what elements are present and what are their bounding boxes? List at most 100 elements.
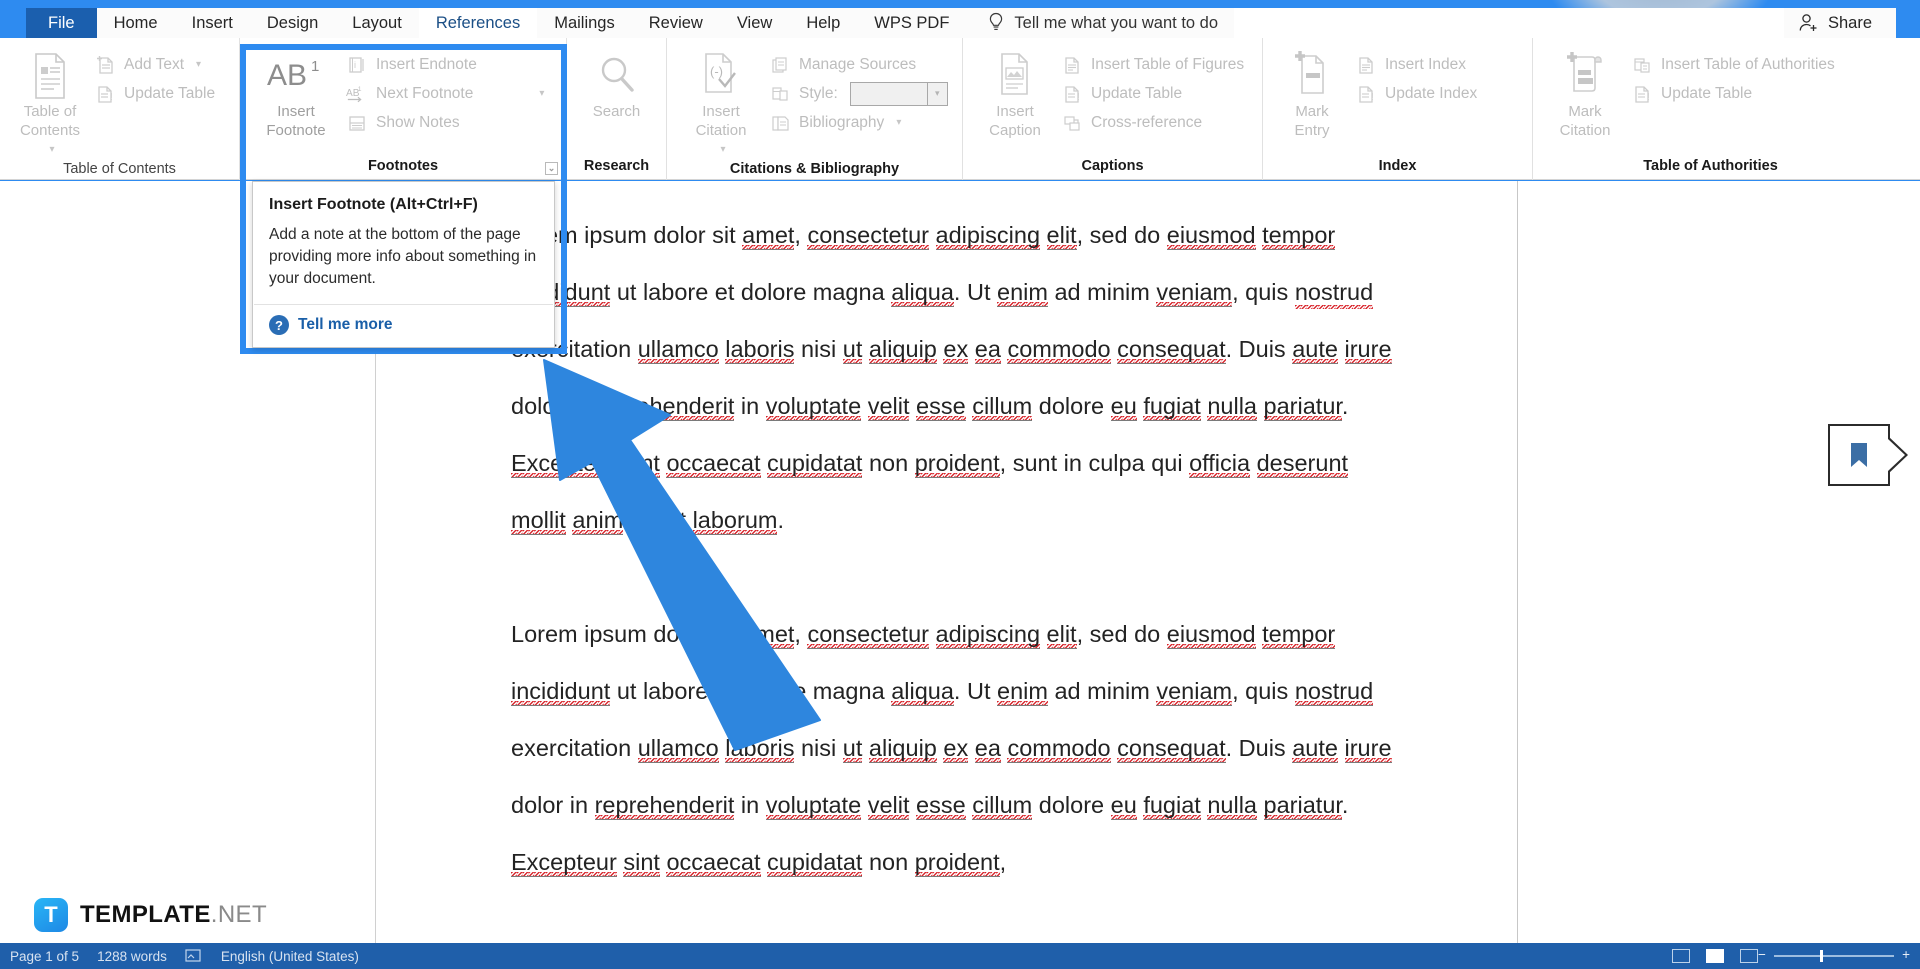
tab-layout-label: Layout (352, 14, 402, 33)
insert-endnote-button[interactable]: i Insert Endnote (346, 52, 550, 77)
chevron-down-icon: ▾ (539, 88, 544, 99)
insert-table-of-figures-label: Insert Table of Figures (1091, 56, 1244, 74)
tab-file[interactable]: File (26, 8, 97, 38)
zoom-in-icon[interactable]: + (1902, 947, 1910, 962)
cross-reference-button[interactable]: Cross-reference (1061, 110, 1250, 135)
status-language[interactable]: English (United States) (221, 949, 359, 964)
insert-caption-icon (993, 50, 1037, 102)
insert-footnote-button[interactable]: AB 1 Insert Footnote (246, 48, 346, 140)
proofing-errors-icon[interactable] (185, 949, 203, 963)
document-body-text[interactable]: Lorem ipsum dolor sit amet, consectetur … (511, 207, 1401, 943)
mark-citation-button[interactable]: Mark Citation (1539, 48, 1631, 140)
group-title-citations-bibliography: Citations & Bibliography (673, 159, 956, 183)
insert-table-of-figures-button[interactable]: Insert Table of Figures (1061, 52, 1250, 77)
footnotes-small-buttons: i Insert Endnote AB 1 (346, 48, 550, 135)
mark-citation-icon (1562, 50, 1608, 102)
tab-help[interactable]: Help (789, 8, 857, 38)
tab-home[interactable]: Home (97, 8, 175, 38)
insert-footnote-tooltip: Insert Footnote (Alt+Ctrl+F) Add a note … (252, 181, 555, 348)
zoom-out-icon[interactable]: − (1758, 947, 1766, 962)
add-text-button[interactable]: Add Text ▾ (94, 52, 221, 77)
tab-layout[interactable]: Layout (335, 8, 419, 38)
zoom-slider-handle[interactable] (1820, 950, 1823, 962)
tab-view-label: View (737, 14, 772, 33)
share-person-icon (1798, 13, 1820, 33)
update-table-icon: ! (94, 83, 116, 105)
tab-design[interactable]: Design (250, 8, 335, 38)
mark-entry-button[interactable]: Mark Entry (1269, 48, 1355, 140)
update-index-label: Update Index (1385, 85, 1477, 103)
tell-me-more-link[interactable]: ? Tell me more (253, 305, 554, 347)
zoom-slider[interactable]: − + (1774, 955, 1894, 957)
search-button[interactable]: Search (573, 48, 660, 121)
table-of-contents-button[interactable]: Table of Contents ▾ (6, 48, 94, 159)
ribbon-tab-strip: File Home Insert Design Layout Reference… (26, 8, 1896, 38)
tell-me-label: Tell me what you want to do (1014, 14, 1218, 33)
insert-table-of-authorities-icon (1631, 54, 1653, 76)
tab-insert-label: Insert (192, 14, 233, 33)
show-notes-button[interactable]: Show Notes (346, 110, 550, 135)
web-layout-view-icon[interactable] (1740, 949, 1758, 963)
update-table-icon: ! (1631, 83, 1653, 105)
svg-text:!: ! (1077, 92, 1080, 103)
insert-table-of-figures-icon (1061, 54, 1083, 76)
citation-style-row[interactable]: Style: ▾ (769, 81, 954, 106)
chevron-down-icon[interactable]: ▾ (928, 82, 948, 106)
group-title-index: Index (1269, 156, 1526, 180)
manage-sources-button[interactable]: Manage Sources (769, 52, 954, 77)
ribbon-group-footnotes: AB 1 Insert Footnote (240, 38, 567, 180)
insert-index-label: Insert Index (1385, 56, 1466, 74)
chevron-down-icon: ▾ (196, 59, 201, 70)
tell-me-search-box[interactable]: Tell me what you want to do (966, 8, 1234, 38)
bookmark-ribbon-icon[interactable] (1828, 424, 1890, 486)
search-label: Search (593, 102, 641, 121)
tab-mailings[interactable]: Mailings (537, 8, 632, 38)
paragraph-2[interactable]: Lorem ipsum dolor sit amet, consectetur … (511, 606, 1401, 891)
cross-reference-icon (1061, 112, 1083, 134)
ribbon-group-index: Mark Entry (1263, 38, 1533, 180)
watermark-tld: .NET (211, 901, 267, 928)
insert-table-of-authorities-button[interactable]: Insert Table of Authorities (1631, 52, 1841, 77)
citation-style-value[interactable] (850, 82, 928, 106)
insert-footnote-ab1-icon: AB 1 (263, 50, 329, 102)
tab-review[interactable]: Review (632, 8, 720, 38)
insert-citation-button[interactable]: (-) Insert Citation ▾ (673, 48, 769, 159)
next-footnote-button[interactable]: AB 1 Next Footnote ▾ (346, 81, 550, 106)
ribbon-group-research: Search Research (567, 38, 667, 180)
insert-endnote-icon: i (346, 54, 368, 76)
tab-insert[interactable]: Insert (175, 8, 250, 38)
tab-mailings-label: Mailings (554, 14, 615, 33)
show-notes-label: Show Notes (376, 114, 460, 132)
update-table-captions-button[interactable]: ! Update Table (1061, 81, 1250, 106)
print-layout-view-icon[interactable] (1706, 949, 1724, 963)
status-page-number[interactable]: Page 1 of 5 (10, 949, 79, 964)
share-button[interactable]: Share (1784, 8, 1896, 38)
read-mode-view-icon[interactable] (1672, 949, 1690, 963)
citation-style-combobox[interactable]: ▾ (850, 82, 948, 106)
table-of-contents-label: Table of Contents (20, 102, 80, 140)
update-index-button[interactable]: ! Update Index (1355, 81, 1483, 106)
tab-references[interactable]: References (419, 8, 537, 38)
tab-wps-pdf[interactable]: WPS PDF (857, 8, 966, 38)
update-table-button[interactable]: ! Update Table (94, 81, 221, 106)
insert-index-button[interactable]: Insert Index (1355, 52, 1483, 77)
insert-caption-label: Insert Caption (989, 102, 1041, 140)
captions-small-buttons: Insert Table of Figures ! (1061, 48, 1250, 135)
paragraph-1[interactable]: Lorem ipsum dolor sit amet, consectetur … (511, 207, 1401, 549)
insert-endnote-label: Insert Endnote (376, 56, 477, 74)
update-table-authorities-button[interactable]: ! Update Table (1631, 81, 1841, 106)
tab-design-label: Design (267, 14, 318, 33)
bibliography-button[interactable]: Bibliography ▾ (769, 110, 954, 135)
group-title-table-of-contents: Table of Contents (6, 159, 233, 183)
status-word-count[interactable]: 1288 words (97, 949, 167, 964)
ribbon-groups: Table of Contents ▾ (0, 38, 1920, 180)
tab-view[interactable]: View (720, 8, 789, 38)
chevron-down-icon: ▾ (49, 140, 54, 159)
footnotes-dialog-launcher[interactable]: ⌄ (545, 162, 558, 175)
table-of-authorities-small-buttons: Insert Table of Authorities ! (1631, 48, 1841, 106)
next-footnote-label: Next Footnote (376, 85, 473, 103)
search-magnifier-icon (594, 50, 640, 102)
show-notes-icon (346, 112, 368, 134)
tab-review-label: Review (649, 14, 703, 33)
insert-caption-button[interactable]: Insert Caption (969, 48, 1061, 140)
